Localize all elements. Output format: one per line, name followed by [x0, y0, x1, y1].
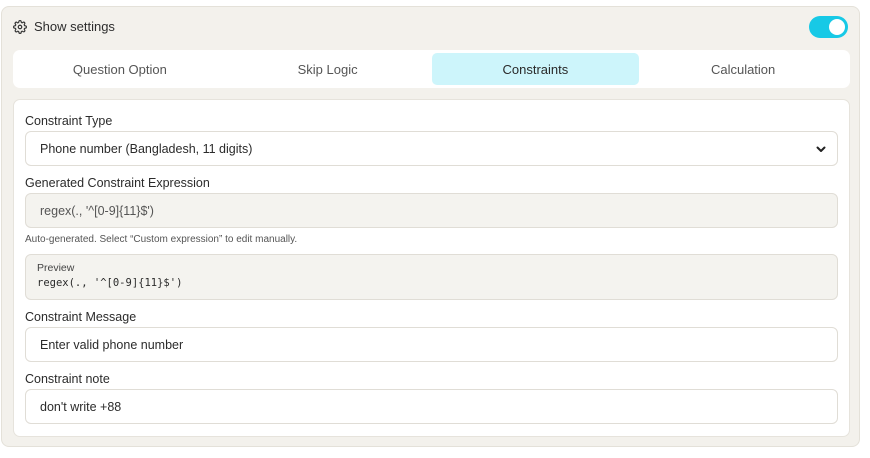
show-settings-label: Show settings [34, 19, 115, 34]
show-settings-toggle[interactable] [809, 16, 848, 38]
constraint-message-label: Constraint Message [25, 310, 137, 324]
tab-question-option[interactable]: Question Option [16, 53, 224, 85]
constraint-type-label: Constraint Type [25, 114, 113, 128]
tab-skip-logic[interactable]: Skip Logic [224, 53, 432, 85]
constraint-message-input[interactable]: Enter valid phone number [25, 327, 838, 362]
chevron-down-icon [816, 146, 826, 152]
expression-hint: Auto-generated. Select “Custom expressio… [25, 234, 298, 245]
expression-label: Generated Constraint Expression [25, 176, 210, 190]
settings-panel: Show settings Question Option Skip Logic… [1, 6, 860, 447]
expression-value: regex(., '^[0-9]{11}$') [40, 203, 154, 218]
constraint-type-select[interactable]: Phone number (Bangladesh, 11 digits) [25, 131, 838, 166]
constraints-card: Constraint Type Phone number (Bangladesh… [13, 99, 850, 437]
constraint-note-input[interactable]: don't write +88 [25, 389, 838, 424]
tab-constraints[interactable]: Constraints [431, 53, 640, 85]
preview-code: regex(., '^[0-9]{11}$') [37, 277, 183, 289]
tab-calculation[interactable]: Calculation [639, 53, 847, 85]
gear-icon [13, 20, 27, 34]
toggle-knob [829, 19, 845, 35]
expression-preview: Preview regex(., '^[0-9]{11}$') [25, 254, 838, 300]
constraint-message-value: Enter valid phone number [40, 337, 184, 352]
constraint-note-label: Constraint note [25, 372, 110, 386]
constraint-note-value: don't write +88 [40, 399, 122, 414]
settings-header: Show settings [2, 7, 859, 47]
preview-title: Preview [37, 262, 75, 274]
settings-tabs: Question Option Skip Logic Constraints C… [13, 50, 850, 88]
constraint-type-value: Phone number (Bangladesh, 11 digits) [40, 141, 253, 156]
expression-field: regex(., '^[0-9]{11}$') [25, 193, 838, 228]
